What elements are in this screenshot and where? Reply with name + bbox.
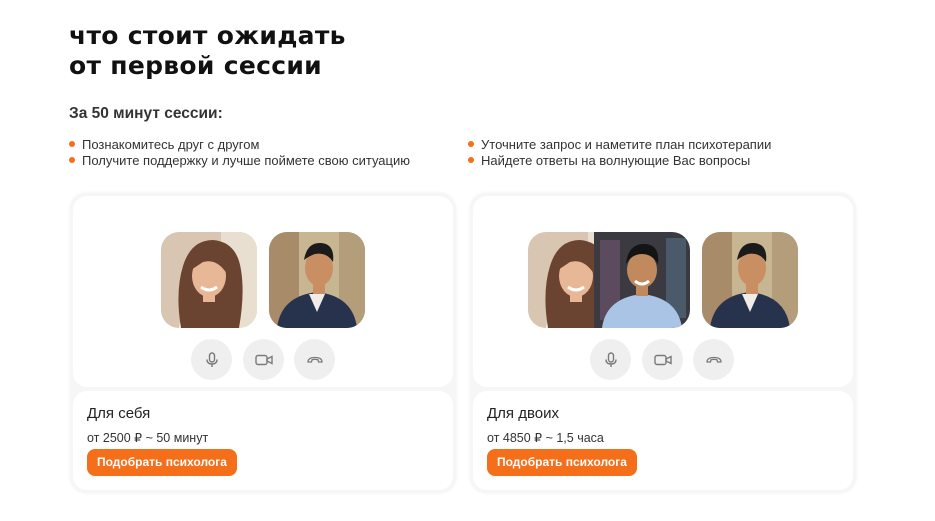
participant-man-photo [702, 232, 798, 328]
hang-up-icon [306, 356, 323, 363]
bullet-text: Найдете ответы на волнующие Вас вопросы [481, 152, 751, 168]
microphone-button[interactable] [590, 339, 631, 380]
bullet-list-left: Познакомитесь друг с другом Получите под… [69, 136, 410, 168]
bullet-item: Уточните запрос и наметите план психотер… [468, 136, 771, 152]
bullet-dot-icon [468, 141, 474, 147]
page-title: что стоит ожидать от первой сессии [69, 21, 346, 81]
find-psychologist-button[interactable]: Подобрать психолога [87, 449, 237, 476]
camera-icon [254, 354, 273, 365]
title-line-1: что стоит ожидать [69, 21, 346, 50]
plan-name: Для двоих [487, 405, 559, 422]
find-psychologist-button[interactable]: Подобрать психолога [487, 449, 637, 476]
microphone-icon [604, 351, 617, 367]
participants-couple-photo [528, 232, 690, 328]
bullet-text: Познакомитесь друг с другом [82, 136, 260, 152]
camera-button[interactable] [243, 339, 284, 380]
participant-man-photo [269, 232, 365, 328]
bullet-item: Познакомитесь друг с другом [69, 136, 410, 152]
bullet-dot-icon [468, 157, 474, 163]
plan-card-couple: Для двоих от 4850 ₽ ~ 1,5 часа Подобрать… [470, 193, 856, 493]
camera-icon [653, 354, 672, 365]
plan-info: Для себя от 2500 ₽ ~ 50 минут Подобрать … [73, 391, 453, 490]
plan-name: Для себя [87, 405, 151, 422]
hang-up-button[interactable] [294, 339, 335, 380]
plan-price: от 4850 ₽ ~ 1,5 часа [487, 431, 604, 445]
participant-woman-photo [161, 232, 257, 328]
bullet-item: Получите поддержку и лучше поймете свою … [69, 152, 410, 168]
hang-up-icon [705, 356, 722, 363]
video-call-preview [73, 196, 453, 387]
plan-card-single: Для себя от 2500 ₽ ~ 50 минут Подобрать … [70, 193, 456, 493]
participant-young-man-photo [592, 232, 690, 328]
hang-up-button[interactable] [693, 339, 734, 380]
bullet-text: Уточните запрос и наметите план психотер… [481, 136, 772, 152]
camera-button[interactable] [642, 339, 683, 380]
microphone-button[interactable] [191, 339, 232, 380]
microphone-icon [205, 351, 218, 367]
title-line-2: от первой сессии [69, 51, 322, 80]
bullet-text: Получите поддержку и лучше поймете свою … [82, 152, 410, 168]
video-call-preview [473, 196, 853, 387]
bullet-list-right: Уточните запрос и наметите план психотер… [468, 136, 771, 168]
plan-price: от 2500 ₽ ~ 50 минут [87, 431, 209, 445]
bullet-dot-icon [69, 157, 75, 163]
bullet-dot-icon [69, 141, 75, 147]
plan-info: Для двоих от 4850 ₽ ~ 1,5 часа Подобрать… [473, 391, 853, 490]
session-subtitle: За 50 минут сессии: [69, 105, 223, 122]
bullet-item: Найдете ответы на волнующие Вас вопросы [468, 152, 771, 168]
